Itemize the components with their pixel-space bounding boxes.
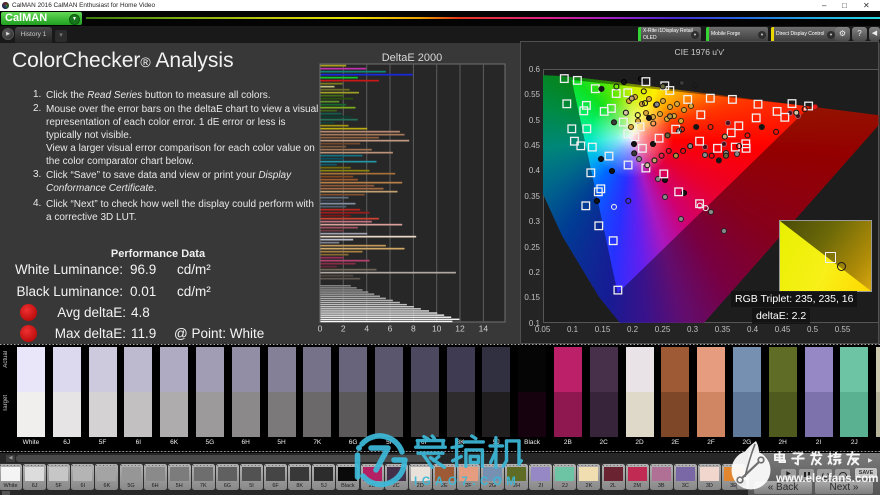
svg-text:8: 8	[411, 324, 416, 334]
svg-text:www.elecfans.com: www.elecfans.com	[775, 473, 878, 485]
svg-text:DeltaE 2000: DeltaE 2000	[382, 52, 443, 64]
svg-text:IGAO7.COM: IGAO7.COM	[414, 476, 520, 488]
svg-text:12: 12	[455, 324, 465, 334]
svg-text:4: 4	[364, 324, 369, 334]
svg-text:0: 0	[318, 324, 323, 334]
svg-text:2: 2	[341, 324, 346, 334]
svg-text:14: 14	[479, 324, 489, 334]
svg-text:10: 10	[432, 324, 442, 334]
svg-text:6: 6	[388, 324, 393, 334]
